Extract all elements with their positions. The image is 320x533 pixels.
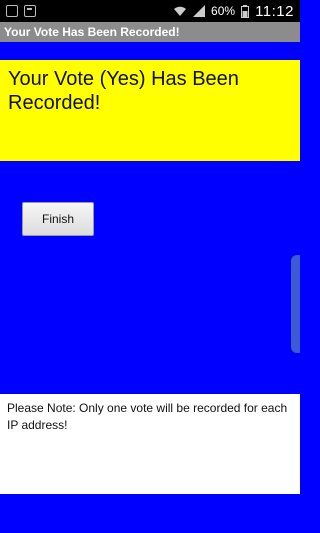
page-title: Your Vote Has Been Recorded!: [4, 25, 180, 39]
clock: 11:12: [255, 2, 294, 20]
finish-button[interactable]: Finish: [22, 202, 94, 236]
note-box: Please Note: Only one vote will be recor…: [0, 394, 300, 494]
main-content: Your Vote (Yes) Has Been Recorded! Finis…: [0, 42, 300, 533]
status-left-icons: [6, 5, 36, 17]
scroll-indicator[interactable]: [291, 255, 300, 353]
wifi-icon: [174, 6, 187, 16]
status-right: 60% 11:12: [173, 3, 294, 20]
notification-icon: [6, 5, 18, 17]
battery-percent: 60%: [211, 4, 236, 18]
finish-button-label: Finish: [41, 212, 74, 226]
confirmation-message: Your Vote (Yes) Has Been Recorded!: [8, 68, 239, 114]
note-text: Please Note: Only one vote will be recor…: [7, 401, 288, 432]
title-bar: Your Vote Has Been Recorded!: [0, 22, 300, 42]
confirmation-box: Your Vote (Yes) Has Been Recorded!: [0, 60, 300, 161]
chat-icon: [24, 5, 36, 17]
status-bar: 60% 11:12: [0, 0, 300, 22]
signal-icon: [193, 5, 206, 17]
battery-icon: [241, 4, 250, 18]
